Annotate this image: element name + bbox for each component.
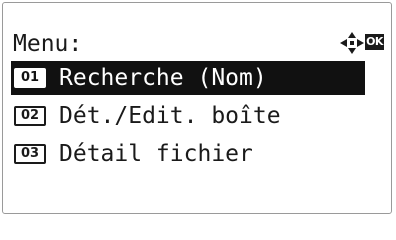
ok-icon[interactable]: OK [365, 34, 384, 50]
item-number-badge: 03 [14, 144, 46, 164]
menu-item-recherche-nom[interactable]: 01 Recherche (Nom) [11, 61, 365, 95]
menu-item-det-edit-boite[interactable]: 02 Dét./Edit. boîte [11, 99, 365, 133]
menu-item-label: Détail fichier [59, 141, 253, 167]
menu-item-label: Recherche (Nom) [59, 65, 267, 91]
menu-item-label: Dét./Edit. boîte [59, 103, 281, 129]
four-way-arrow-icon [340, 32, 364, 54]
menu-title: Menu: [13, 31, 83, 57]
lcd-screen: Menu: OK 01 Recherche (Nom) 02 Dét./Edit… [2, 2, 392, 214]
item-number-badge: 02 [14, 106, 46, 126]
item-number-badge: 01 [14, 68, 46, 88]
header: Menu: OK [13, 29, 385, 59]
menu-item-detail-fichier[interactable]: 03 Détail fichier [11, 137, 365, 171]
